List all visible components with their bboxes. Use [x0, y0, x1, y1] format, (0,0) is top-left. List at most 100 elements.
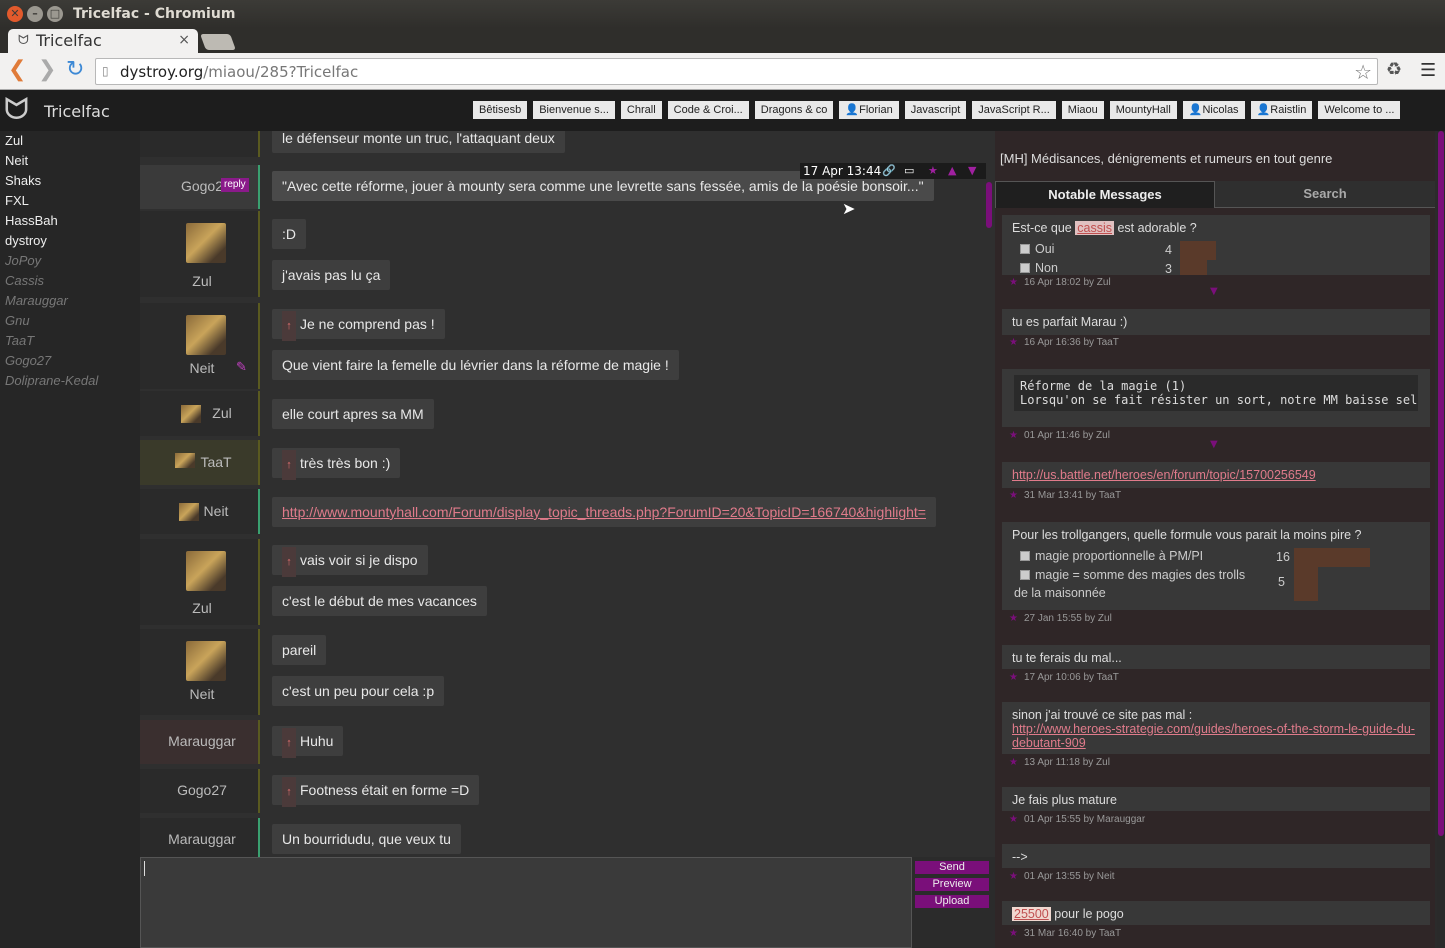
window-close-button[interactable]: ✕	[7, 6, 23, 22]
message-content[interactable]: j'avais pas lu ça	[272, 260, 391, 290]
notable-message[interactable]: Pour les trollgangers, quelle formule vo…	[1002, 522, 1430, 610]
poll-option[interactable]: magie = somme des magies des trolls	[1020, 568, 1245, 582]
room-tab[interactable]: 👤Nicolas	[1182, 101, 1245, 119]
star-icon[interactable]: ★	[1009, 757, 1018, 768]
user-offline[interactable]: Cassis	[0, 271, 140, 291]
miaou-cat-logo-icon[interactable]: ᗢ	[4, 91, 36, 131]
room-tab[interactable]: Chrall	[620, 101, 662, 119]
user-offline[interactable]: JoPoy	[0, 251, 140, 271]
tab-notable-messages[interactable]: Notable Messages	[995, 181, 1215, 208]
panel-scrollbar[interactable]	[1437, 131, 1445, 948]
poll-checkbox[interactable]	[1020, 244, 1030, 254]
room-tab[interactable]: Welcome to ...	[1318, 101, 1401, 119]
notable-message[interactable]: Réforme de la magie (1) Lorsqu'on se fait…	[1002, 369, 1430, 427]
reply-arrow-icon[interactable]: ↑	[282, 311, 296, 341]
message-content[interactable]: ↑ Footness était en forme =D	[272, 775, 480, 807]
star-icon[interactable]: ★	[1009, 871, 1018, 882]
message-input[interactable]	[140, 857, 912, 948]
user-offline[interactable]: TaaT	[0, 331, 140, 351]
highlighted-word[interactable]: 25500	[1012, 907, 1051, 921]
message-content[interactable]: :D	[272, 219, 306, 249]
address-bar[interactable]: ▯ dystroy.org/miaou/285?Tricelfac ☆	[95, 58, 1378, 85]
notable-message[interactable]: 25500 pour le pogo	[1002, 901, 1430, 925]
user-offline[interactable]: Gogo27	[0, 351, 140, 371]
reload-icon[interactable]: ↻	[66, 59, 84, 81]
message-link[interactable]: http://us.battle.net/heroes/en/forum/top…	[1012, 468, 1316, 482]
tab-close-icon[interactable]: ×	[178, 32, 190, 48]
notable-message[interactable]: Je fais plus mature	[1002, 787, 1430, 811]
notable-message[interactable]: tu te ferais du mal...	[1002, 645, 1430, 669]
expand-chevron-icon[interactable]: ▼	[1210, 439, 1218, 450]
author-name[interactable]: Zul	[160, 405, 284, 421]
room-tab[interactable]: Dragons & co	[754, 101, 834, 119]
poll-option[interactable]: Non	[1020, 261, 1058, 275]
room-tab[interactable]: Javascript	[904, 101, 967, 119]
room-tab[interactable]: 👤Raistlin	[1250, 101, 1313, 119]
star-icon[interactable]: ★	[1009, 672, 1018, 683]
author-name[interactable]: Marauggar	[140, 733, 264, 749]
edit-pencil-icon[interactable]: ✎	[236, 359, 247, 375]
room-tab[interactable]: MountyHall	[1109, 101, 1177, 119]
message-content[interactable]: elle court apres sa MM	[272, 399, 434, 429]
user-offline[interactable]: Doliprane-Kedal	[0, 371, 140, 391]
calendar-icon[interactable]: ▭	[904, 163, 914, 179]
user-online[interactable]: Neit	[0, 151, 140, 171]
send-button[interactable]: Send	[915, 861, 989, 874]
user-online[interactable]: Shaks	[0, 171, 140, 191]
notable-message[interactable]: Est-ce que cassis est adorable ? Oui 4 N…	[1002, 215, 1430, 276]
window-maximize-button[interactable]: □	[47, 6, 63, 22]
new-tab-button[interactable]	[200, 34, 236, 50]
star-icon[interactable]: ★	[1009, 814, 1018, 825]
message-link[interactable]: http://www.mountyhall.com/Forum/display_…	[282, 504, 926, 520]
message-content[interactable]: ↑ vais voir si je dispo	[272, 545, 428, 577]
star-icon[interactable]: ★	[928, 163, 938, 179]
star-icon[interactable]: ★	[1009, 613, 1018, 624]
thumbs-down-icon[interactable]: ▼	[968, 163, 976, 179]
user-offline[interactable]: Marauggar	[0, 291, 140, 311]
message-link[interactable]: debutant-909	[1012, 736, 1420, 750]
recycle-extension-icon[interactable]: ♻	[1386, 59, 1402, 80]
message-content[interactable]: le défenseur monte un truc, l'attaquant …	[272, 131, 565, 153]
message-content[interactable]: c'est un peu pour cela :p	[272, 676, 445, 706]
notable-message[interactable]: tu es parfait Marau :)	[1002, 309, 1430, 335]
reply-arrow-icon[interactable]: ↑	[282, 547, 296, 577]
back-icon[interactable]: ❮	[8, 59, 26, 81]
tab-search[interactable]: Search	[1215, 181, 1435, 208]
star-icon[interactable]: ★	[1009, 430, 1018, 441]
user-online[interactable]: dystroy	[0, 231, 140, 251]
author-name[interactable]: Neit	[154, 503, 278, 519]
notable-message[interactable]: -->	[1002, 844, 1430, 868]
user-online[interactable]: HassBah	[0, 211, 140, 231]
reply-arrow-icon[interactable]: ↑	[282, 777, 296, 807]
user-online[interactable]: FXL	[0, 191, 140, 211]
upload-button[interactable]: Upload	[915, 895, 989, 908]
reply-badge[interactable]: reply	[221, 178, 249, 192]
poll-option[interactable]: Oui	[1020, 242, 1054, 256]
room-tab[interactable]: Bêtisesb	[473, 101, 528, 119]
user-offline[interactable]: Gnu	[0, 311, 140, 331]
author-name[interactable]: Neit	[140, 686, 264, 702]
menu-icon[interactable]: ☰	[1420, 60, 1436, 81]
room-tab[interactable]: JavaScript R...	[972, 101, 1056, 119]
message-content[interactable]: Que vient faire la femelle du lévrier da…	[272, 350, 679, 380]
browser-tab[interactable]: ᗢ Tricelfac ×	[8, 29, 198, 53]
star-icon[interactable]: ★	[1009, 277, 1018, 288]
thumbs-up-icon[interactable]: ▲	[948, 163, 956, 179]
notable-message[interactable]: sinon j'ai trouvé ce site pas mal : http…	[1002, 702, 1430, 754]
author-name[interactable]: Zul	[140, 273, 264, 289]
forward-icon[interactable]: ❯	[38, 59, 56, 81]
window-minimize-button[interactable]: –	[27, 6, 43, 22]
message-content[interactable]: ↑ très très bon :)	[272, 448, 401, 480]
author-name[interactable]: TaaT	[154, 454, 278, 470]
reply-arrow-icon[interactable]: ↑	[282, 450, 296, 480]
poll-option[interactable]: magie proportionnelle à PM/PI	[1020, 549, 1203, 563]
room-tab[interactable]: Miaou	[1061, 101, 1104, 119]
star-icon[interactable]: ★	[1009, 490, 1018, 501]
star-icon[interactable]: ★	[1009, 337, 1018, 348]
author-name[interactable]: Zul	[140, 600, 264, 616]
room-tab[interactable]: 👤Florian	[839, 101, 899, 119]
chat-scrollbar[interactable]	[986, 182, 992, 228]
message-link[interactable]: http://www.heroes-strategie.com/guides/h…	[1012, 722, 1420, 736]
poll-checkbox[interactable]	[1020, 263, 1030, 273]
highlighted-word[interactable]: cassis	[1075, 221, 1114, 235]
